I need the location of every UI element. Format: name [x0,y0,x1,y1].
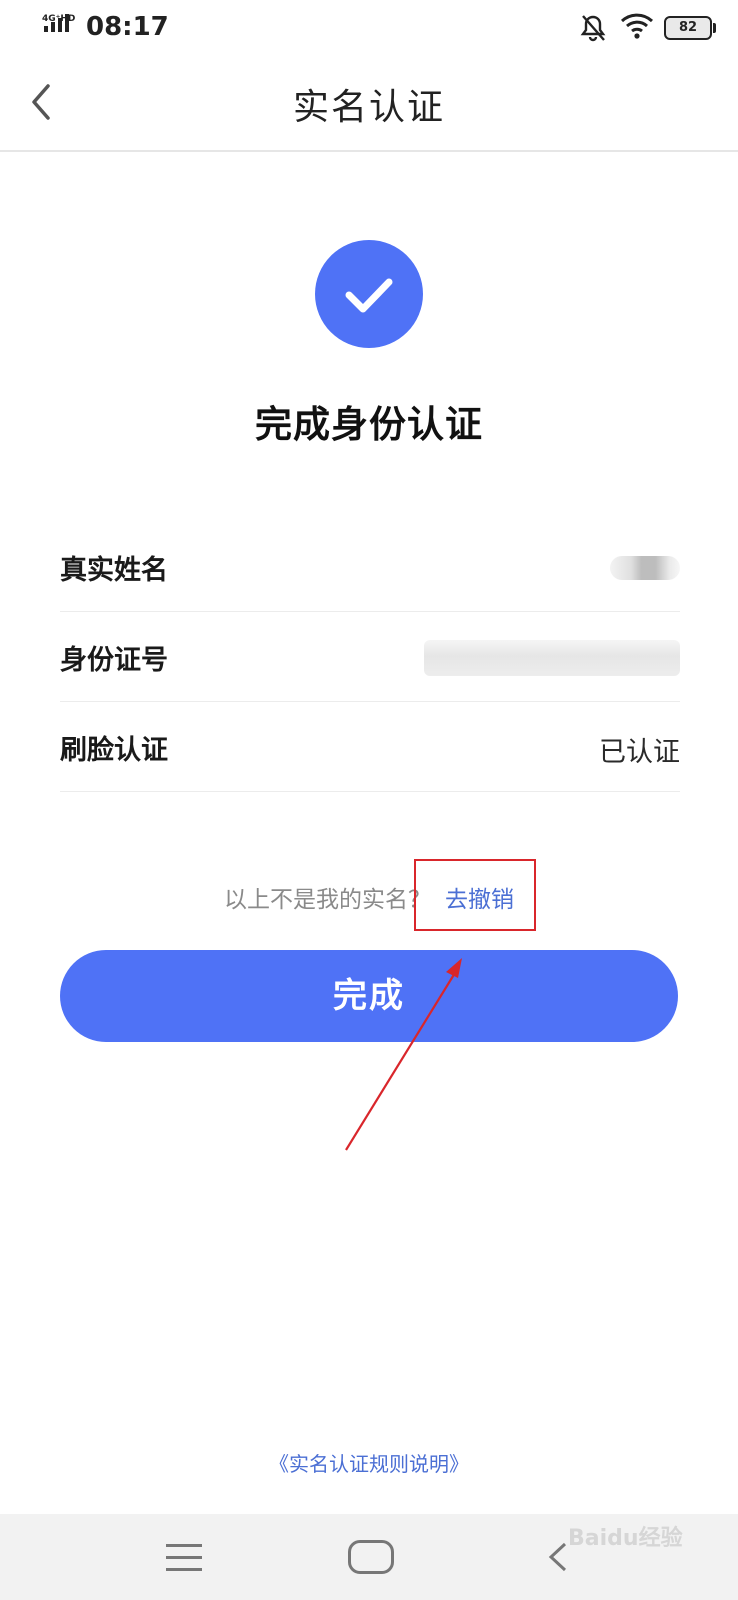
revoke-line: 以上不是我的实名？ 去撤销 [0,880,738,914]
signal-icon: 4G⁺HD [42,14,76,40]
info-label: 刷脸认证 [60,735,168,766]
info-row-id: 身份证号 [60,612,680,702]
info-label: 身份证号 [60,645,168,676]
blurred-name-value [610,556,680,580]
battery-icon: 82 [664,16,716,40]
info-label: 真实姓名 [60,555,168,586]
revoke-link[interactable]: 去撤销 [445,887,514,913]
status-time: 08:17 [86,12,169,42]
wifi-icon [620,13,654,39]
info-row-name: 真实姓名 [60,522,680,612]
rules-link[interactable]: 《实名认证规则说明》 [0,1448,738,1477]
face-auth-status: 已认证 [599,737,680,768]
revoke-text: 以上不是我的实名？ [224,887,431,913]
info-row-face: 刷脸认证 已认证 [60,702,680,792]
done-button[interactable]: 完成 [60,950,678,1042]
check-icon [315,240,423,348]
nav-bar: 实名认证 [0,56,738,152]
page-title: 实名认证 [292,87,445,128]
info-list: 真实姓名 身份证号 刷脸认证 已认证 [60,522,680,792]
success-title: 完成身份认证 [255,403,483,446]
menu-icon[interactable] [166,1544,204,1572]
bell-off-icon [580,15,606,42]
blurred-id-value [424,640,680,676]
status-bar: 4G⁺HD 08:17 82 [0,0,738,56]
home-icon[interactable] [348,1540,394,1574]
watermark: Baidu经验 [568,1526,683,1551]
